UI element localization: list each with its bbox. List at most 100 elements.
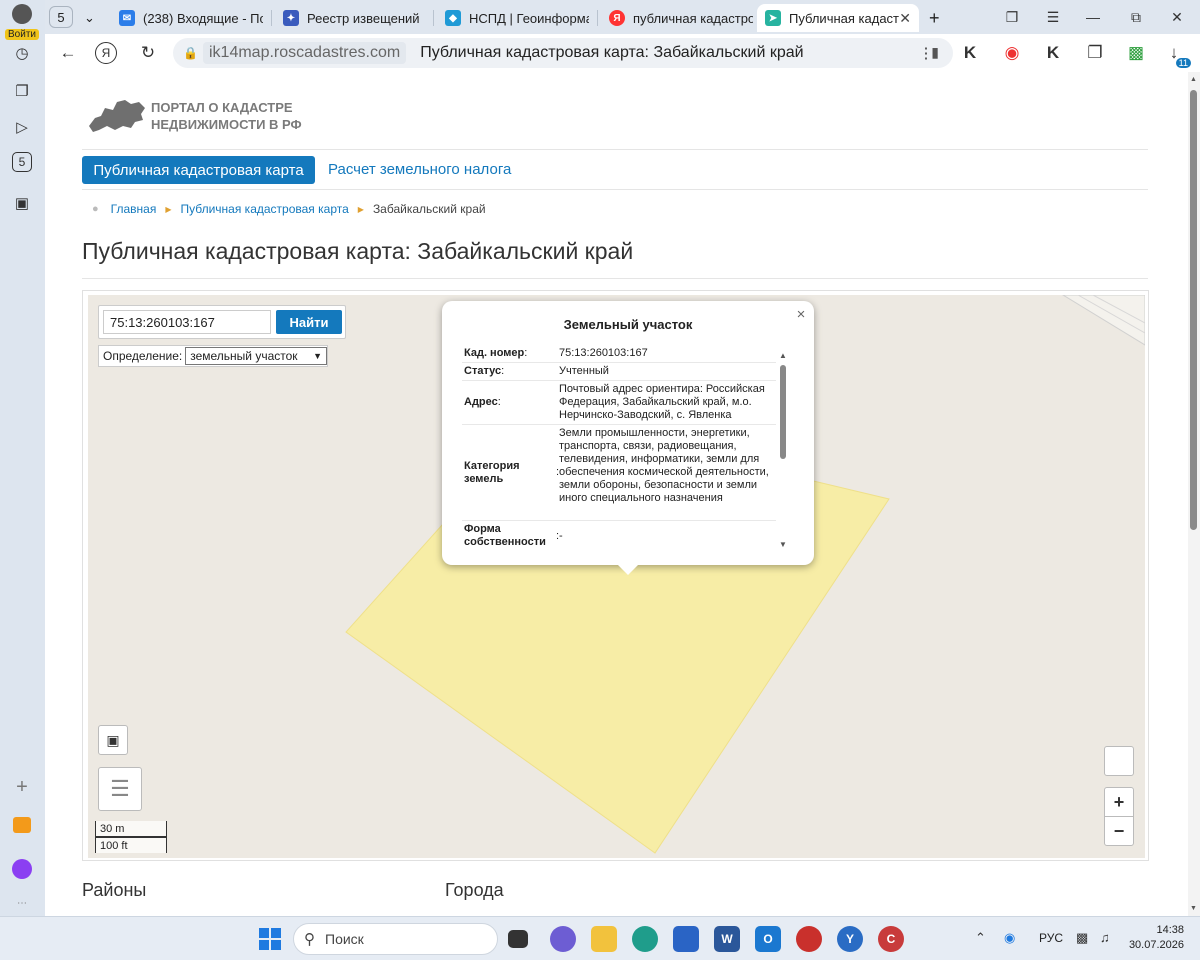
more-dots-icon[interactable]: ⋯ (9, 890, 35, 916)
popup-scrollbar[interactable]: ▲ ▼ (779, 351, 787, 549)
nav-public-cadastral-map[interactable]: Публичная кадастровая карта (82, 156, 315, 184)
tray-volume-icon[interactable]: ♫ (1100, 930, 1110, 945)
restore-icon[interactable]: ⧉ (1121, 5, 1151, 29)
map-frame: Найти Определение: земельный участок ▼ ×… (82, 290, 1149, 861)
tray-time: 14:38 (1156, 924, 1184, 936)
popup-table: Кад. номер: 75:13:260103:167 Статус: Учт… (462, 345, 776, 553)
popup-scroll-thumb[interactable] (780, 365, 786, 459)
cities-heading: Города (445, 880, 504, 900)
screenshot-icon[interactable]: ▣ (9, 190, 35, 216)
taskbar-search-placeholder: Поиск (325, 931, 364, 947)
taskbar-search[interactable]: ⚲ Поиск (293, 923, 498, 955)
tab-count-value: 5 (57, 9, 65, 25)
more-vertical-icon[interactable]: ⋮ (913, 40, 939, 66)
scroll-up-icon[interactable]: ▲ (779, 351, 787, 360)
tab-nspd[interactable]: ◆ НСПД | Геоинформационная (437, 4, 589, 32)
page-scrollbar[interactable]: ▲ ▼ (1188, 72, 1200, 916)
tab-strip: 5 ⌄ ✉ (238) Входящие - Почта ✦ Реестр из… (45, 0, 1200, 34)
alice-icon[interactable] (9, 856, 35, 882)
profile-button[interactable]: Войти (2, 2, 42, 40)
close-window-icon[interactable]: ✕ (1162, 5, 1192, 29)
tray-clock[interactable]: 14:38 30.07.2026 (1128, 923, 1184, 953)
tray-chevron-up-icon[interactable]: ⌃ (975, 930, 986, 946)
breadcrumb-current: Забайкальский край (372, 202, 486, 216)
new-tab-button[interactable]: + (925, 4, 949, 32)
reload-icon[interactable]: ↻ (135, 40, 161, 66)
districts-heading: Районы (82, 880, 147, 900)
tray-network-icon[interactable]: ▩ (1076, 930, 1088, 946)
task-view-icon[interactable] (508, 930, 528, 948)
lock-icon: 🔒 (183, 46, 198, 60)
layers-icon[interactable]: ☰ (98, 767, 142, 811)
tab-yandex-search[interactable]: Я публичная кадастровая (601, 4, 753, 32)
extension-doc-icon[interactable]: ▩ (1123, 40, 1149, 66)
browser-toolbar: ← Я ↻ 🔒 ik14map.roscadastres.com Публичн… (45, 34, 1200, 72)
extension-puzzle-icon[interactable]: ❐ (1082, 40, 1108, 66)
zoom-out-button[interactable]: − (1104, 816, 1134, 846)
mail-app-icon[interactable] (9, 812, 35, 838)
app-c-icon[interactable]: C (878, 926, 904, 952)
scale-metric: 30 m (95, 821, 167, 837)
tab-mail[interactable]: ✉ (238) Входящие - Почта (111, 4, 263, 32)
tab-registry[interactable]: ✦ Реестр извещений (275, 4, 425, 32)
store-icon[interactable] (673, 926, 699, 952)
tabs-counter-icon[interactable]: 5 (12, 152, 32, 172)
tab-label: Публичная кадаст (789, 10, 900, 26)
hatched-area (1062, 295, 1145, 346)
tab-count-button[interactable]: 5 (49, 6, 73, 28)
yandex-browser-icon[interactable]: Y (837, 926, 863, 952)
menu-icon[interactable]: ☰ (1038, 5, 1068, 29)
tray-vpn-icon[interactable]: ◉ (1004, 930, 1015, 946)
popup-key: Форма собственности: (462, 521, 559, 551)
popup-row-address: Адрес: Почтовый адрес ориентира: Российс… (462, 381, 776, 425)
nav-land-tax-calc[interactable]: Расчет земельного налога (328, 161, 511, 178)
extension-target-icon[interactable]: ◉ (999, 40, 1025, 66)
scroll-up-icon[interactable]: ▲ (1190, 76, 1197, 83)
media-player-icon[interactable] (796, 926, 822, 952)
windows-start-icon[interactable] (258, 927, 282, 951)
play-icon[interactable]: ▷ (9, 114, 35, 140)
definition-select[interactable]: земельный участок ▼ (185, 347, 327, 365)
popup-key-colon: : (524, 347, 528, 359)
emblem-icon: ✦ (283, 10, 299, 26)
tray-language[interactable]: РУС (1039, 931, 1063, 945)
history-icon[interactable]: ◷ (9, 40, 35, 66)
extension-k2-icon[interactable]: K (1040, 40, 1066, 66)
yandex-home-icon[interactable]: Я (95, 42, 117, 64)
edge-icon[interactable] (632, 926, 658, 952)
chevron-down-icon[interactable]: ⌄ (79, 4, 101, 32)
breadcrumb-map[interactable]: Публичная кадастровая карта (181, 202, 349, 216)
outlook-icon[interactable]: O (755, 926, 781, 952)
popup-key-text: Форма собственности (464, 523, 546, 548)
address-bar[interactable]: 🔒 ik14map.roscadastres.com Публичная кад… (173, 38, 953, 68)
avatar (12, 4, 32, 24)
copilot-icon[interactable] (550, 926, 576, 952)
fullscreen-button[interactable] (1104, 746, 1134, 776)
scroll-down-icon[interactable]: ▼ (779, 540, 787, 549)
bookmarks-panel-icon[interactable]: ❐ (997, 5, 1027, 29)
back-icon[interactable]: ← (55, 40, 81, 66)
cadastral-number-input[interactable] (103, 310, 271, 334)
collections-icon[interactable]: ❐ (9, 78, 35, 104)
word-icon[interactable]: W (714, 926, 740, 952)
page-scroll-thumb[interactable] (1190, 90, 1197, 530)
cadastral-map[interactable]: Найти Определение: земельный участок ▼ ×… (88, 295, 1145, 858)
search-button[interactable]: Найти (276, 310, 342, 334)
breadcrumb-arrow-icon: ▶ (165, 204, 172, 214)
add-panel-icon[interactable]: + (9, 774, 35, 800)
tab-label: (238) Входящие - Почта (143, 10, 263, 26)
site-logo[interactable]: ПОРТАЛ О КАДАСТРЕ НЕДВИЖИМОСТИ В РФ (87, 96, 302, 136)
zoom-in-button[interactable]: + (1104, 787, 1134, 817)
scroll-down-icon[interactable]: ▼ (1190, 905, 1197, 912)
tab-close-icon[interactable]: ✕ (899, 10, 911, 27)
minimize-icon[interactable]: — (1078, 5, 1108, 29)
file-explorer-icon[interactable] (591, 926, 617, 952)
downloads-icon[interactable]: ↓ 11 (1161, 40, 1191, 68)
extension-k-icon[interactable]: K (957, 40, 983, 66)
cadastre-icon: ➤ (765, 10, 781, 26)
breadcrumb-home[interactable]: Главная (111, 202, 157, 216)
popup-key: Адрес: (462, 381, 559, 424)
map-draw-tool-icon[interactable]: ▣ (98, 725, 128, 755)
tab-cadastre[interactable]: ➤ Публичная кадаст ✕ (757, 4, 919, 32)
logo-text-line2: НЕДВИЖИМОСТИ В РФ (151, 117, 302, 132)
